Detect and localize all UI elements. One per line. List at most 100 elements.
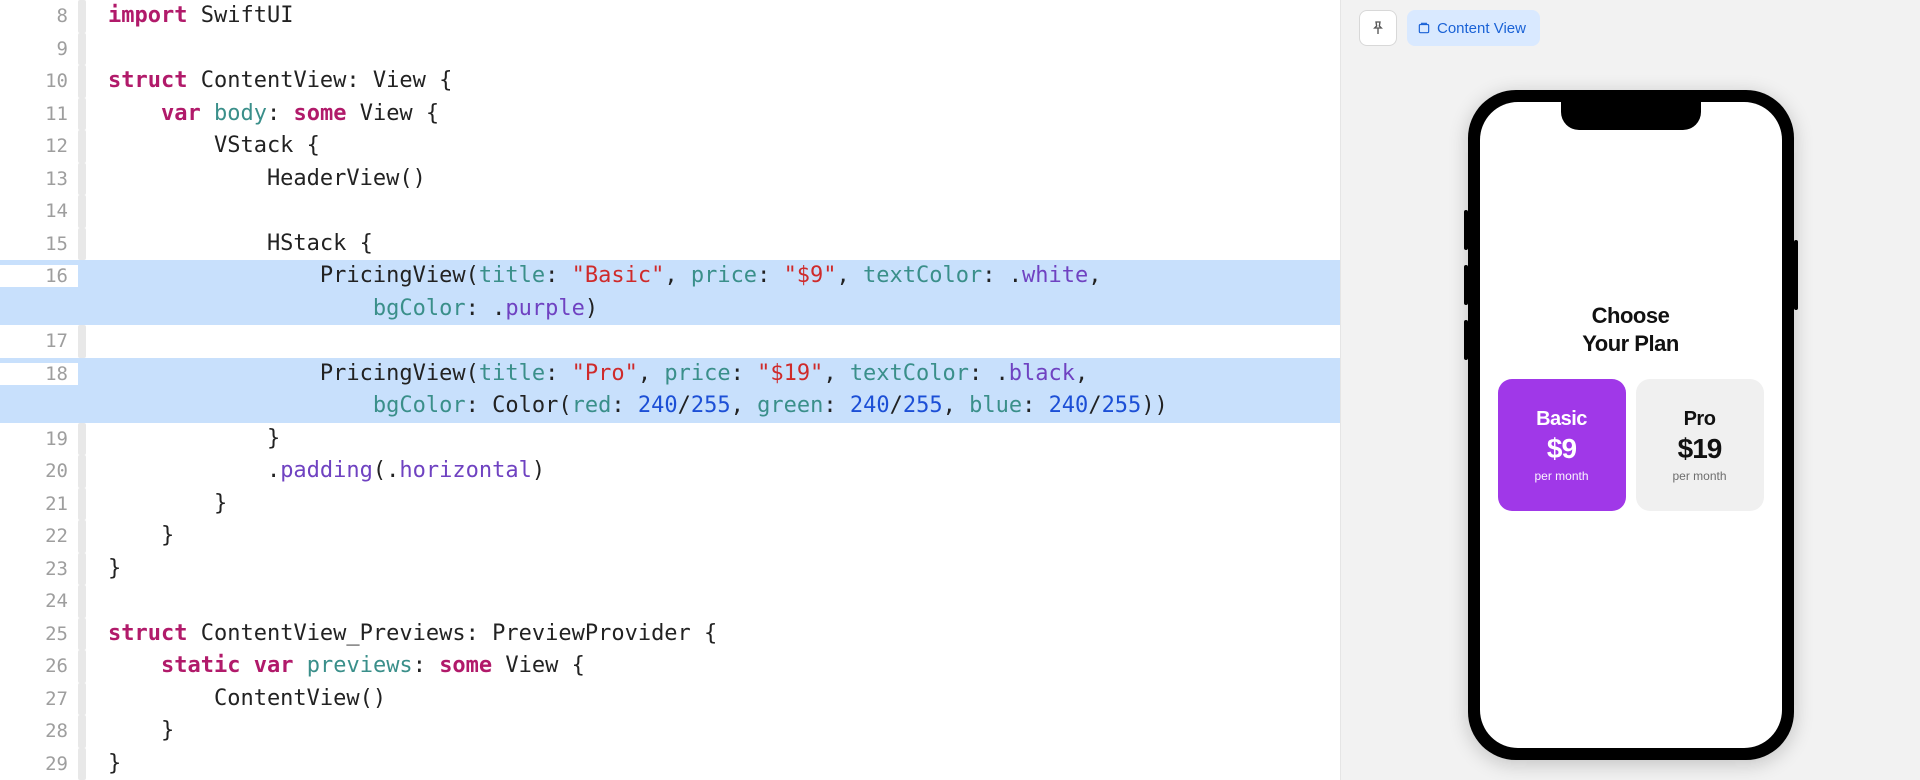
code-line[interactable]: 15 HStack { <box>0 228 1340 261</box>
preview-panel: Content View Choose Your Plan Basic$9per… <box>1340 0 1920 780</box>
pricing-cards: Basic$9per monthPro$19per month <box>1480 379 1782 511</box>
fold-ribbon <box>78 163 86 196</box>
code-line[interactable]: 24 <box>0 585 1340 618</box>
gutter-number: 21 <box>0 493 78 515</box>
content-view-label: Content View <box>1437 20 1526 37</box>
gutter-number: 22 <box>0 525 78 547</box>
fold-ribbon <box>78 618 86 651</box>
pricing-card-pro[interactable]: Pro$19per month <box>1636 379 1764 511</box>
gutter-number: 14 <box>0 200 78 222</box>
fold-ribbon <box>78 520 86 553</box>
preview-toolbar: Content View <box>1359 10 1540 46</box>
fold-ribbon <box>78 33 86 66</box>
content-view-chip[interactable]: Content View <box>1407 10 1540 46</box>
fold-ribbon <box>78 423 86 456</box>
fold-ribbon <box>78 585 86 618</box>
gutter-number: 20 <box>0 460 78 482</box>
phone-notch <box>1561 102 1701 130</box>
pin-icon <box>1370 20 1386 36</box>
code-content[interactable]: static var previews: some View { <box>108 650 1340 683</box>
code-line[interactable]: 10 struct ContentView: View { <box>0 65 1340 98</box>
code-line[interactable]: 20 .padding(.horizontal) <box>0 455 1340 488</box>
pin-button[interactable] <box>1359 10 1397 46</box>
fold-ribbon <box>78 390 86 423</box>
card-period: per month <box>1534 469 1588 483</box>
code-content[interactable]: HeaderView() <box>108 163 1340 196</box>
fold-ribbon <box>78 553 86 586</box>
code-line[interactable]: 11 var body: some View { <box>0 98 1340 131</box>
card-period: per month <box>1672 469 1726 483</box>
fold-ribbon <box>78 195 86 228</box>
gutter-number: 17 <box>0 330 78 352</box>
gutter-number: 25 <box>0 623 78 645</box>
gutter-number: 29 <box>0 753 78 775</box>
heading: Choose Your Plan <box>1582 302 1679 357</box>
code-content[interactable]: PricingView(title: "Pro", price: "$19", … <box>108 358 1340 391</box>
gutter-number: 24 <box>0 590 78 612</box>
pricing-card-basic[interactable]: Basic$9per month <box>1498 379 1626 511</box>
code-content[interactable]: ContentView() <box>108 683 1340 716</box>
code-line[interactable]: 14 <box>0 195 1340 228</box>
fold-ribbon <box>78 98 86 131</box>
code-line[interactable]: 21 } <box>0 488 1340 521</box>
code-content[interactable]: } <box>108 520 1340 553</box>
code-line[interactable]: 27 ContentView() <box>0 683 1340 716</box>
heading-line-1: Choose <box>1582 302 1679 330</box>
gutter-number: 13 <box>0 168 78 190</box>
code-line[interactable]: 16 PricingView(title: "Basic", price: "$… <box>0 260 1340 293</box>
code-line[interactable]: 8 import SwiftUI <box>0 0 1340 33</box>
code-line[interactable]: 12 VStack { <box>0 130 1340 163</box>
heading-line-2: Your Plan <box>1582 330 1679 358</box>
gutter-number: 16 <box>0 265 78 287</box>
fold-ribbon <box>78 130 86 163</box>
card-price: $9 <box>1547 433 1576 465</box>
phone-frame: Choose Your Plan Basic$9per monthPro$19p… <box>1468 90 1794 760</box>
code-line[interactable]: 22 } <box>0 520 1340 553</box>
fold-ribbon <box>78 683 86 716</box>
fold-ribbon <box>78 293 86 326</box>
code-line[interactable]: 13 HeaderView() <box>0 163 1340 196</box>
gutter-number: 12 <box>0 135 78 157</box>
code-content[interactable]: } <box>108 748 1340 780</box>
code-line[interactable]: 17 <box>0 325 1340 358</box>
code-content[interactable]: } <box>108 553 1340 586</box>
code-content[interactable]: VStack { <box>108 130 1340 163</box>
code-content[interactable]: PricingView(title: "Basic", price: "$9",… <box>108 260 1340 293</box>
code-content[interactable]: } <box>108 715 1340 748</box>
code-content[interactable]: struct ContentView: View { <box>108 65 1340 98</box>
code-content[interactable]: import SwiftUI <box>108 0 1340 33</box>
gutter-number: 26 <box>0 655 78 677</box>
code-line[interactable]: bgColor: .purple) <box>0 293 1340 326</box>
code-content[interactable]: bgColor: .purple) <box>108 293 1340 326</box>
gutter-number: 10 <box>0 70 78 92</box>
gutter-number: 9 <box>0 38 78 60</box>
code-content[interactable]: } <box>108 488 1340 521</box>
code-content[interactable]: .padding(.horizontal) <box>108 455 1340 488</box>
fold-ribbon <box>78 650 86 683</box>
phone-screen: Choose Your Plan Basic$9per monthPro$19p… <box>1480 102 1782 748</box>
gutter-number: 11 <box>0 103 78 125</box>
code-line[interactable]: 28 } <box>0 715 1340 748</box>
code-content[interactable]: var body: some View { <box>108 98 1340 131</box>
card-price: $19 <box>1678 433 1722 465</box>
fold-ribbon <box>78 0 86 33</box>
code-line[interactable]: 23} <box>0 553 1340 586</box>
code-editor[interactable]: 8 import SwiftUI 9 10 struct ContentView: Vi… <box>0 0 1340 780</box>
code-line[interactable]: bgColor: Color(red: 240/255, green: 240/… <box>0 390 1340 423</box>
fold-ribbon <box>78 358 86 391</box>
code-line[interactable]: 19 } <box>0 423 1340 456</box>
code-content[interactable]: struct ContentView_Previews: PreviewProv… <box>108 618 1340 651</box>
fold-ribbon <box>78 260 86 293</box>
code-line[interactable]: 26 static var previews: some View { <box>0 650 1340 683</box>
gutter-number: 8 <box>0 5 78 27</box>
code-content[interactable]: HStack { <box>108 228 1340 261</box>
code-line[interactable]: 18 PricingView(title: "Pro", price: "$19… <box>0 358 1340 391</box>
fold-ribbon <box>78 65 86 98</box>
code-line[interactable]: 25 struct ContentView_Previews: PreviewPr… <box>0 618 1340 651</box>
code-line[interactable]: 29} <box>0 748 1340 780</box>
gutter-number: 23 <box>0 558 78 580</box>
code-line[interactable]: 9 <box>0 33 1340 66</box>
gutter-number: 18 <box>0 363 78 385</box>
code-content[interactable]: bgColor: Color(red: 240/255, green: 240/… <box>108 390 1340 423</box>
code-content[interactable]: } <box>108 423 1340 456</box>
